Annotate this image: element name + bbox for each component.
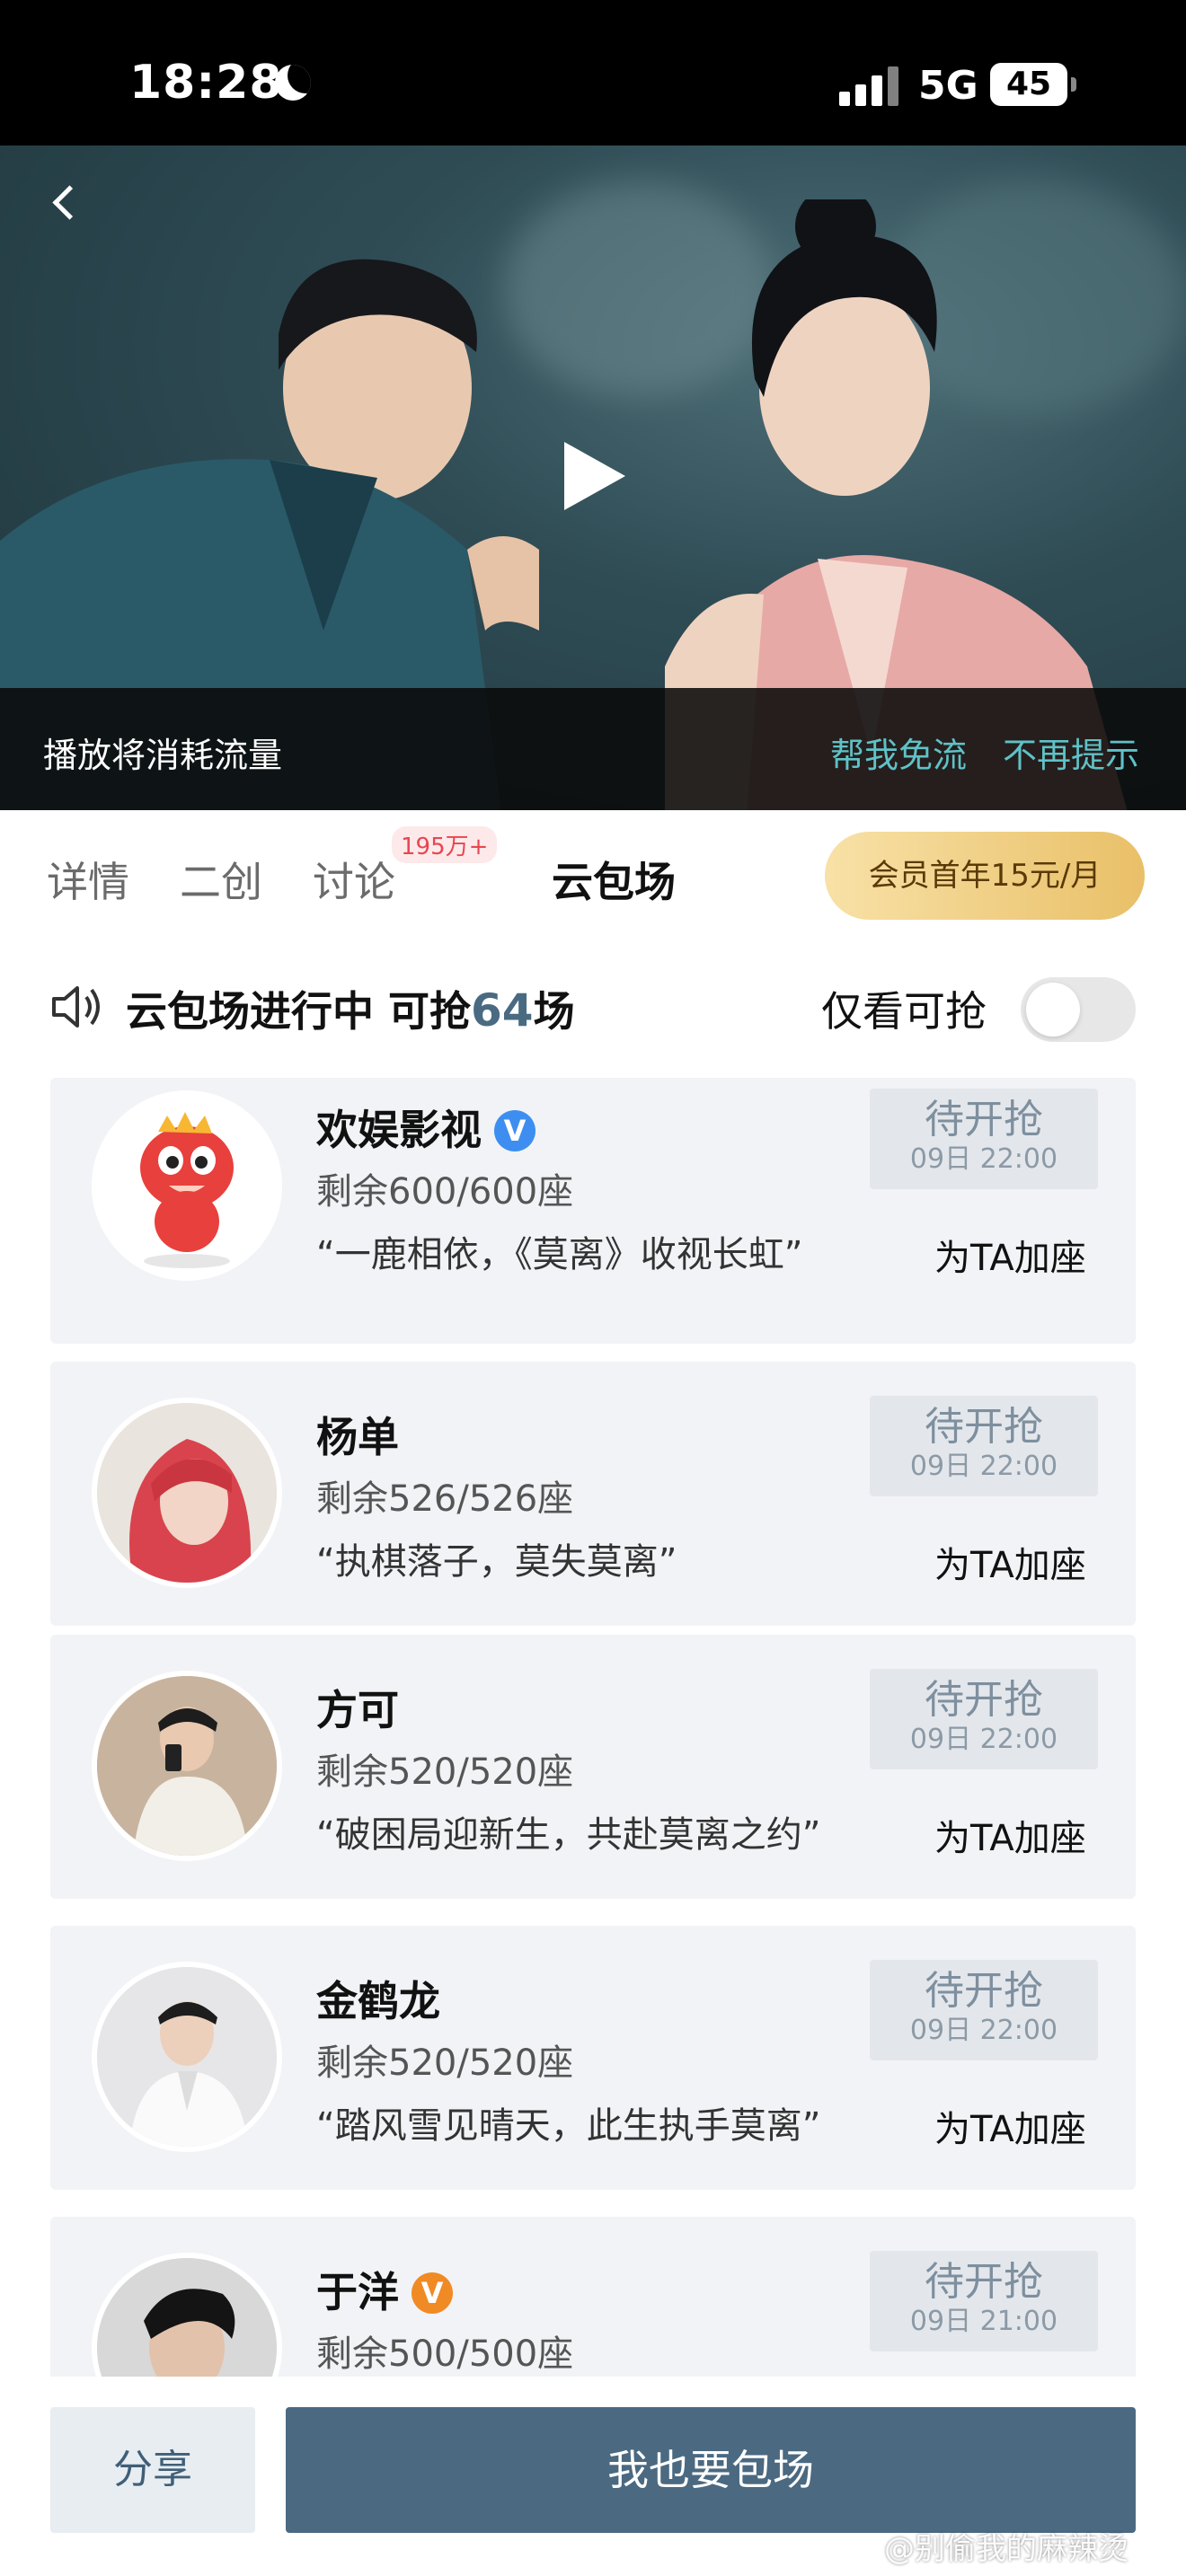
vip-promo-button[interactable]: 会员首年15元/月 (825, 832, 1145, 920)
avatar-photo (97, 1403, 277, 1583)
organizer-name-text: 金鹤龙 (316, 1977, 440, 2025)
organizer-name: 方可 (316, 1678, 399, 1737)
seats-remaining: 剩余526/526座 (316, 1478, 574, 1520)
list-item[interactable]: 方可 剩余520/520座 “破困局迎新生，共赴莫离之约” 待开抢 09日 22… (50, 1635, 1136, 1899)
grab-status-button[interactable]: 待开抢 09日 21:00 (870, 2251, 1098, 2351)
network-type: 5G (918, 63, 978, 109)
screening-list[interactable]: 欢娱影视 V 剩余600/600座 “一鹿相依，《莫离》收视长虹” 待开抢 09日… (0, 1078, 1186, 2377)
book-screening-button[interactable]: 我也要包场 (286, 2407, 1136, 2533)
avatar (92, 2253, 282, 2377)
grab-status-button[interactable]: 待开抢 09日 22:00 (870, 1960, 1098, 2060)
organizer-name-text: 方可 (316, 1686, 399, 1734)
avatar-photo (97, 2258, 277, 2377)
screening-quote: “执棋落子，莫失莫离” (316, 1541, 677, 1583)
discussion-count-badge: 195万+ (392, 826, 498, 863)
add-seat-link[interactable]: 为TA加座 (934, 1536, 1086, 1588)
free-data-link[interactable]: 帮我免流 (830, 728, 967, 777)
moon-icon (275, 65, 311, 101)
add-seat-link[interactable]: 为TA加座 (934, 2100, 1086, 2152)
screening-status-prefix: 云包场进行中 可抢 (126, 987, 472, 1036)
grab-status-label: 待开抢 (925, 1097, 1043, 1142)
status-bar: 18:28 5G 45 (0, 0, 1186, 146)
verified-icon: V (412, 2272, 453, 2314)
grab-time: 09日 22:00 (909, 1451, 1058, 1482)
screening-header: 云包场进行中 可抢64场 仅看可抢 (0, 952, 1186, 1060)
signal-icon (839, 66, 900, 106)
data-usage-warning: 播放将消耗流量 (43, 736, 283, 775)
tab-fan-works[interactable]: 二创 (180, 850, 262, 909)
avatar (92, 1090, 282, 1281)
grab-status-button[interactable]: 待开抢 09日 22:00 (870, 1089, 1098, 1189)
add-seat-link[interactable]: 为TA加座 (934, 1809, 1086, 1861)
screening-quote: “踏风雪见晴天，此生执手莫离” (316, 2105, 821, 2147)
screening-status-suffix: 场 (533, 987, 575, 1036)
status-time: 18:28 (129, 56, 283, 110)
seats-remaining: 剩余520/520座 (316, 1751, 574, 1793)
screening-quote: “破困局迎新生，共赴莫离之约” (316, 1814, 821, 1856)
available-count: 64 (471, 984, 534, 1037)
grab-time: 09日 22:00 (909, 1724, 1058, 1755)
organizer-name-text: 欢娱影视 (316, 1106, 482, 1154)
battery-icon: 45 (990, 63, 1076, 106)
grab-time: 09日 22:00 (909, 1143, 1058, 1175)
grab-time: 09日 21:00 (909, 2306, 1058, 2337)
organizer-name: 欢娱影视 V (316, 1098, 535, 1157)
seats-remaining: 剩余500/500座 (316, 2333, 574, 2375)
list-item[interactable]: 金鹤龙 剩余520/520座 “踏风雪见晴天，此生执手莫离” 待开抢 09日 2… (50, 1926, 1136, 2190)
avatar-photo (97, 1967, 277, 2147)
tab-discussion[interactable]: 讨论 (313, 850, 395, 909)
screening-status-title: 云包场进行中 可抢64场 (126, 979, 575, 1038)
only-available-label: 仅看可抢 (821, 987, 987, 1036)
grab-status-label: 待开抢 (925, 1677, 1043, 1723)
organizer-name: 杨单 (316, 1405, 399, 1464)
grab-status-label: 待开抢 (925, 1968, 1043, 2014)
tab-details[interactable]: 详情 (47, 850, 129, 909)
organizer-name-text: 杨单 (316, 1413, 399, 1461)
data-usage-bar: 播放将消耗流量 帮我免流 不再提示 (0, 688, 1186, 810)
avatar (92, 1398, 282, 1588)
organizer-name-text: 于洋 (316, 2268, 399, 2316)
screening-quote: “一鹿相依，《莫离》收视长虹” (316, 1234, 803, 1275)
list-item[interactable]: 杨单 剩余526/526座 “执棋落子，莫失莫离” 待开抢 09日 22:00 … (50, 1362, 1136, 1626)
seats-remaining: 剩余600/600座 (316, 1171, 574, 1213)
tab-bar: 详情 二创 讨论 195万+ 云包场 会员首年15元/月 (0, 810, 1186, 945)
tab-cloud-screening[interactable]: 云包场 (552, 850, 676, 909)
grab-status-button[interactable]: 待开抢 09日 22:00 (870, 1396, 1098, 1496)
grab-status-label: 待开抢 (925, 2259, 1043, 2305)
avatar-photo (97, 1676, 277, 1856)
add-seat-link[interactable]: 为TA加座 (934, 1229, 1086, 1281)
seats-remaining: 剩余520/520座 (316, 2042, 574, 2084)
grab-time: 09日 22:00 (909, 2015, 1058, 2046)
dont-remind-link[interactable]: 不再提示 (1003, 728, 1139, 777)
watermark: @别偷我的麻辣烫 (884, 2531, 1128, 2567)
grab-status-button[interactable]: 待开抢 09日 22:00 (870, 1669, 1098, 1769)
video-player[interactable]: 播放将消耗流量 帮我免流 不再提示 (0, 146, 1186, 810)
speaker-icon (52, 986, 100, 1028)
verified-icon: V (494, 1110, 535, 1151)
mascot-logo (140, 1112, 234, 1268)
play-icon[interactable] (557, 442, 629, 514)
grab-status-label: 待开抢 (925, 1404, 1043, 1450)
share-button[interactable]: 分享 (50, 2407, 255, 2533)
list-item[interactable]: 于洋 V 剩余500/500座 待开抢 09日 21:00 (50, 2217, 1136, 2377)
only-available-toggle[interactable] (1021, 977, 1136, 1042)
avatar (92, 1671, 282, 1861)
back-button[interactable] (41, 178, 95, 232)
organizer-name: 于洋 V (316, 2260, 453, 2319)
list-item[interactable]: 欢娱影视 V 剩余600/600座 “一鹿相依，《莫离》收视长虹” 待开抢 09日… (50, 1078, 1136, 1344)
avatar (92, 1962, 282, 2152)
organizer-name: 金鹤龙 (316, 1969, 440, 2028)
